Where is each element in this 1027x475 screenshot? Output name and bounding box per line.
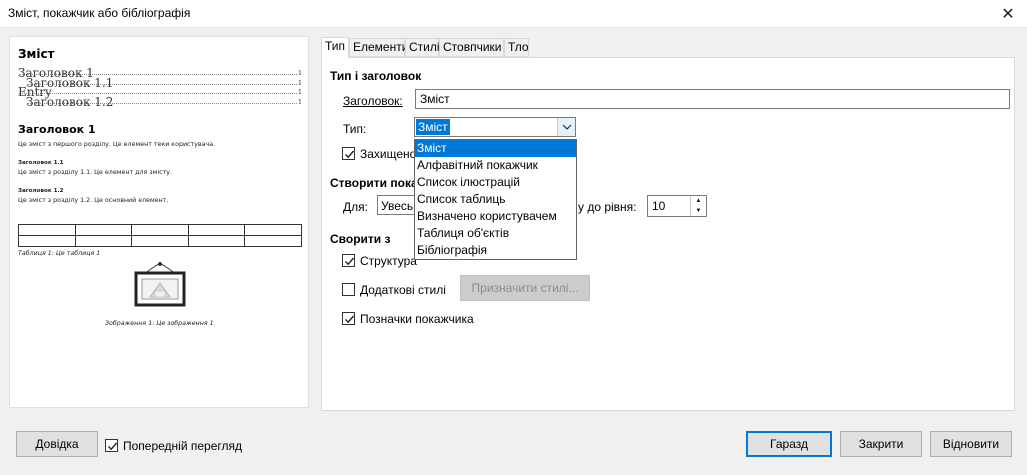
section-create-from: Сворити з [330, 232, 391, 246]
level-spinbox[interactable]: 10 ▲ ▼ [647, 195, 707, 217]
preview-image-caption: Зображення 1: Це зображення 1 [105, 320, 214, 327]
chevron-down-icon[interactable] [557, 118, 575, 136]
picture-frame-icon [134, 262, 186, 307]
for-select[interactable]: Увесь [377, 195, 417, 215]
outline-checkbox[interactable] [342, 254, 355, 267]
preview-table [18, 224, 302, 247]
protected-checkbox[interactable] [342, 147, 355, 160]
preview-toc-title: Зміст [18, 47, 55, 61]
preview-toc-row: Заголовок 1.2 1 [26, 94, 302, 109]
tab-type[interactable]: Тип [321, 37, 349, 58]
preview-toc-row: Заголовок 1.1 1 [26, 75, 302, 90]
for-label: Для: [343, 200, 368, 214]
outline-label: Структура [360, 254, 417, 268]
preview-heading-1-1: Заголовок 1.1 [18, 160, 64, 166]
section-create-index: Створити пока [330, 176, 418, 190]
assign-styles-button[interactable]: Призначити стилі... [460, 275, 590, 301]
preview-heading-1-2: Заголовок 1.2 [18, 188, 64, 194]
type-dropdown-list[interactable]: Зміст Алфавітний покажчик Список ілюстра… [414, 139, 577, 260]
title-bar: Зміст, покажчик або бібліографія ✕ [0, 0, 1027, 28]
reset-button[interactable]: Відновити [930, 431, 1012, 457]
dialog-body: Зміст Заголовок 11 Заголовок 1.1 1 Entry 1… [0, 28, 1027, 475]
index-marks-label: Позначки покажчика [360, 312, 474, 326]
preview-text: Це зміст з розділу 1.2. Це основний елем… [18, 197, 169, 204]
preview-checkbox[interactable] [105, 439, 118, 452]
title-input[interactable]: Зміст [415, 89, 1010, 109]
window-title: Зміст, покажчик або бібліографія [8, 6, 191, 20]
preview-text: Це зміст з першого розділу. Це елемент т… [18, 141, 216, 148]
preview-heading-1: Заголовок 1 [18, 123, 96, 136]
tab-columns[interactable]: Стовпчики [439, 38, 504, 57]
close-icon[interactable]: ✕ [997, 3, 1019, 25]
spin-down-icon[interactable]: ▼ [690, 206, 706, 216]
close-button[interactable]: Закрити [840, 431, 922, 457]
preview-toc-list: Заголовок 11 Заголовок 1.1 1 Entry 1 Загол… [18, 67, 302, 109]
spin-up-icon[interactable]: ▲ [690, 196, 706, 206]
preview-table-caption: Таблиця 1: Це таблиця 1 [18, 250, 101, 257]
type-option-objects[interactable]: Таблиця об'єктів [415, 225, 576, 242]
type-option-illustrations[interactable]: Список ілюстрацій [415, 174, 576, 191]
index-marks-checkbox[interactable] [342, 312, 355, 325]
section-type-and-title: Тип і заголовок [330, 69, 422, 83]
type-option-bibliography[interactable]: Бібліографія [415, 242, 576, 259]
tab-styles[interactable]: Стилі [405, 38, 440, 57]
preview-label: Попередній перегляд [123, 439, 243, 453]
tab-entries[interactable]: Елементи [349, 38, 408, 57]
type-label: Тип: [343, 122, 367, 136]
type-option-toc[interactable]: Зміст [415, 140, 576, 157]
type-option-alphabetical-index[interactable]: Алфавітний покажчик [415, 157, 576, 174]
help-button[interactable]: Довідка [16, 431, 98, 457]
title-label: Заголовок: [343, 94, 403, 108]
evaluate-level-label: у до рівня: [578, 200, 637, 214]
protected-label: Захищено [360, 147, 417, 161]
preview-text: Це зміст з розділу 1.1. Це елемент для з… [18, 169, 172, 176]
preview-pane: Зміст Заголовок 11 Заголовок 1.1 1 Entry 1… [9, 36, 309, 408]
type-select[interactable]: Зміст [414, 117, 576, 137]
ok-button[interactable]: Гаразд [746, 431, 832, 457]
type-option-tables[interactable]: Список таблиць [415, 191, 576, 208]
additional-styles-checkbox[interactable] [342, 283, 355, 296]
additional-styles-label: Додаткові стилі [360, 283, 446, 297]
type-option-user-defined[interactable]: Визначено користувачем [415, 208, 576, 225]
tab-background[interactable]: Тло [504, 38, 529, 57]
